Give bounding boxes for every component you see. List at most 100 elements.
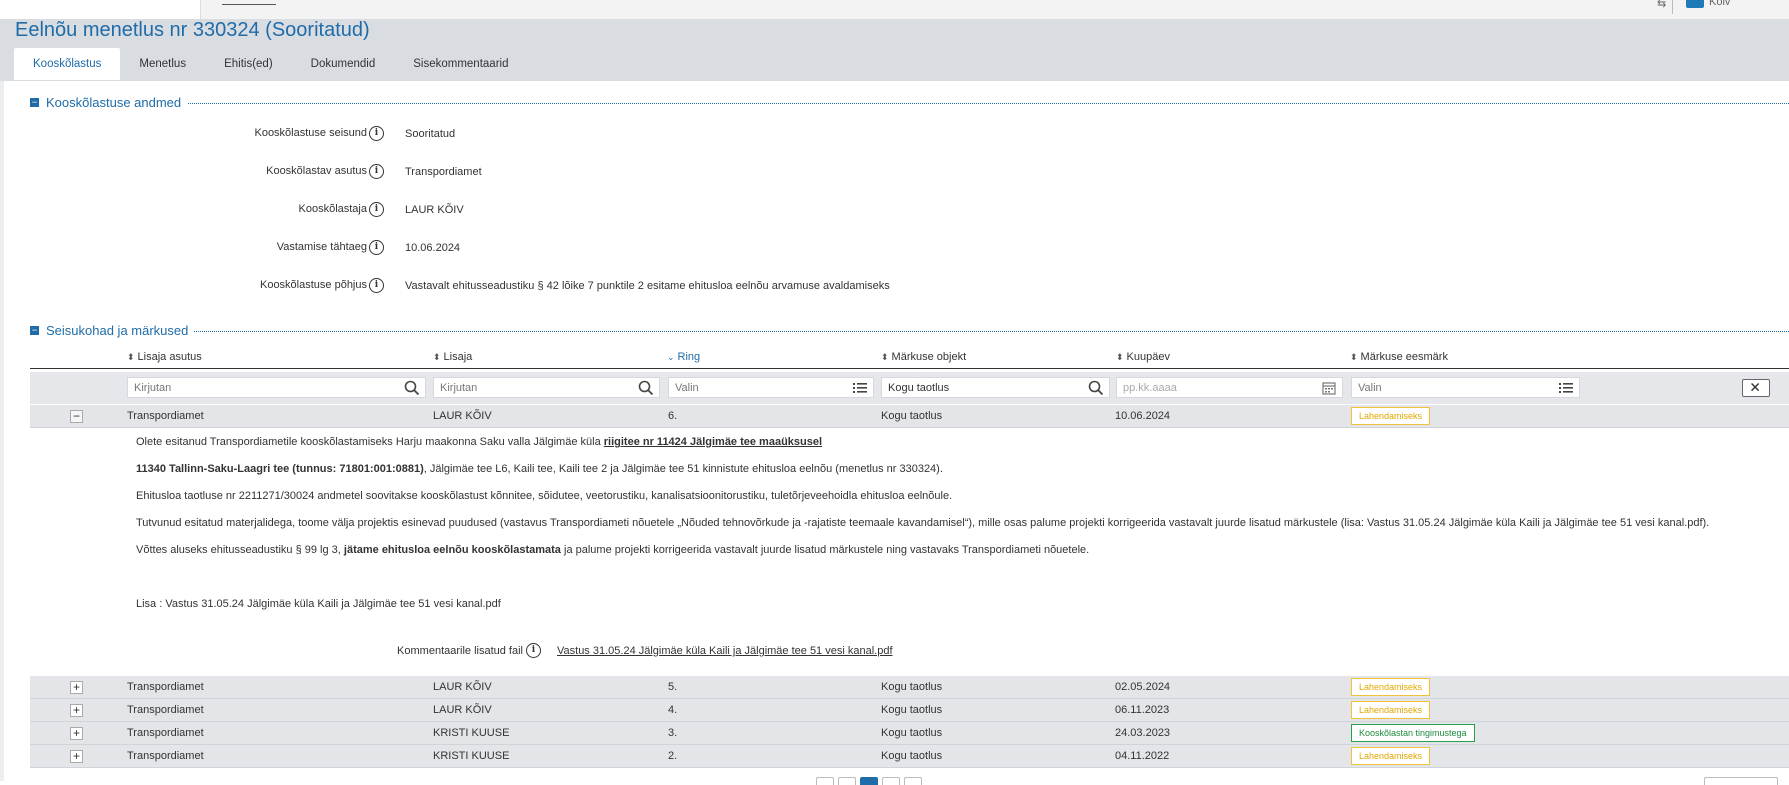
notification-icon[interactable]: ⇆ <box>1657 0 1666 10</box>
section-header-seisukohad[interactable]: − Seisukohad ja märkused <box>30 323 1789 339</box>
cell-objekt: Kogu taotlus <box>881 750 943 762</box>
calendar-icon[interactable] <box>1320 379 1338 397</box>
sort-icon: ⬍ <box>127 352 135 362</box>
cell-asutus: Transpordiamet <box>127 704 204 716</box>
column-header-ring[interactable]: ⌄ Ring <box>667 351 700 363</box>
collapse-icon[interactable]: − <box>30 326 39 335</box>
table-row[interactable]: + Transpordiamet KRISTI KUUSE 2. Kogu ta… <box>30 745 1789 768</box>
placeholder: Valin <box>1358 382 1382 394</box>
cell-ring: 4. <box>668 704 678 716</box>
parcel-link[interactable]: riigitee nr 11424 Jälgimäe tee maaüksuse… <box>604 436 822 448</box>
column-header-kuupaev[interactable]: ⬍ Kuupäev <box>1116 351 1170 363</box>
cell-kuupaev: 10.06.2024 <box>1115 410 1171 422</box>
cell-asutus: Transpordiamet <box>127 410 204 422</box>
section-divider <box>46 103 1789 104</box>
cell-ring: 3. <box>668 727 678 739</box>
field-label: Kooskõlastaja <box>298 203 368 215</box>
filter-markuse-objekt-input[interactable]: Kogu taotlus <box>881 377 1110 398</box>
filter-markuse-eesmark-select[interactable]: Valin <box>1351 377 1580 398</box>
detail-attachment-note: Lisa : Vastus 31.05.24 Jälgimäe küla Kai… <box>136 598 501 610</box>
cell-ring: 6. <box>668 410 678 422</box>
tab-bar: Kooskõlastus Menetlus Ehitis(ed) Dokumen… <box>14 48 527 80</box>
collapse-row-button[interactable]: − <box>70 410 83 423</box>
cell-objekt: Kogu taotlus <box>881 681 943 693</box>
column-header-markuse-eesmark[interactable]: ⬍ Märkuse eesmärk <box>1350 351 1448 363</box>
field-seisund: Kooskõlastuse seisund i Sooritatud <box>0 125 1789 145</box>
filter-lisaja-input[interactable]: Kirjutan <box>433 377 660 398</box>
tab-dokumendid[interactable]: Dokumendid <box>292 48 395 80</box>
pager-first-button[interactable] <box>816 777 834 785</box>
tab-sisekommentaarid[interactable]: Sisekommentaarid <box>394 48 527 80</box>
bold-text: 11340 Tallinn-Saku-Laagri tee (tunnus: 7… <box>136 463 424 475</box>
expand-row-button[interactable]: + <box>70 704 83 717</box>
list-icon[interactable] <box>851 379 869 397</box>
info-icon[interactable]: i <box>369 126 384 141</box>
text: Olete esitanud Transpordiametile kooskõl… <box>136 436 604 448</box>
avatar[interactable] <box>1686 0 1704 8</box>
cell-lisaja: KRISTI KUUSE <box>433 727 510 739</box>
placeholder: Kirjutan <box>134 382 172 394</box>
column-label: Kuupäev <box>1126 351 1170 363</box>
filter-kuupaev-input[interactable]: pp.kk.aaaa <box>1116 377 1343 398</box>
info-icon[interactable]: i <box>369 202 384 217</box>
field-label: Kooskõlastuse seisund <box>254 127 367 139</box>
field-label: Kooskõlastav asutus <box>266 165 367 177</box>
info-icon[interactable]: i <box>526 643 541 658</box>
info-icon[interactable]: i <box>369 164 384 179</box>
column-label: Lisaja <box>443 351 473 363</box>
pager-last-button[interactable] <box>904 777 922 785</box>
filter-ring-select[interactable]: Valin <box>668 377 874 398</box>
column-header-markuse-objekt[interactable]: ⬍ Märkuse objekt <box>881 351 966 363</box>
top-bar: ⇆ Kõiv <box>0 0 1789 20</box>
browser-tab-stub[interactable] <box>0 0 201 19</box>
collapse-icon[interactable]: − <box>30 98 39 107</box>
filter-lisaja-asutus-input[interactable]: Kirjutan <box>127 377 426 398</box>
placeholder: pp.kk.aaaa <box>1123 382 1177 394</box>
clear-filters-button[interactable] <box>1742 379 1770 397</box>
expand-row-button[interactable]: + <box>70 681 83 694</box>
tab-ehitised[interactable]: Ehitis(ed) <box>205 48 292 80</box>
bold-text: jätame ehitusloa eelnõu kooskõlastamata <box>343 544 561 556</box>
expand-row-button[interactable]: + <box>70 750 83 763</box>
list-icon[interactable] <box>1557 379 1575 397</box>
section-title: Seisukohad ja märkused <box>46 323 195 338</box>
search-icon[interactable] <box>403 379 421 397</box>
top-link-stub[interactable] <box>222 0 276 5</box>
cell-objekt: Kogu taotlus <box>881 727 943 739</box>
sort-icon: ⬍ <box>1116 352 1124 362</box>
text: , Jälgimäe tee L6, Kaili tee, Kaili tee … <box>423 463 943 475</box>
tab-kooskolastus[interactable]: Kooskõlastus <box>14 48 121 80</box>
table-row[interactable]: + Transpordiamet LAUR KÕIV 4. Kogu taotl… <box>30 699 1789 722</box>
pager-prev-button[interactable] <box>838 777 856 785</box>
expand-row-button[interactable]: + <box>70 727 83 740</box>
field-value: Vastavalt ehitusseadustiku § 42 lõike 7 … <box>405 280 890 292</box>
status-badge: Lahendamiseks <box>1351 407 1431 425</box>
text: Võttes aluseks ehitusseadustiku § 99 lg … <box>136 544 344 556</box>
left-edge <box>0 81 4 781</box>
page-size-select[interactable] <box>1704 777 1778 785</box>
field-label: Kooskõlastuse põhjus <box>259 279 367 291</box>
table-row[interactable]: + Transpordiamet KRISTI KUUSE 3. Kogu ta… <box>30 722 1789 745</box>
attachment-link[interactable]: Vastus 31.05.24 Jälgimäe küla Kaili ja J… <box>557 645 893 657</box>
status-badge: Lahendamiseks <box>1351 747 1431 765</box>
section-header-kooskolastuse-andmed[interactable]: − Kooskõlastuse andmed <box>30 95 1789 111</box>
top-divider <box>1672 0 1673 14</box>
search-icon[interactable] <box>637 379 655 397</box>
column-header-lisaja-asutus[interactable]: ⬍ Lisaja asutus <box>127 351 202 363</box>
cell-objekt: Kogu taotlus <box>881 410 943 422</box>
field-pohjus: Kooskõlastuse põhjus i Vastavalt ehituss… <box>0 277 1789 297</box>
cell-asutus: Transpordiamet <box>127 727 204 739</box>
table-row[interactable]: + Transpordiamet LAUR KÕIV 5. Kogu taotl… <box>30 676 1789 699</box>
user-name[interactable]: Kõiv <box>1709 0 1730 8</box>
cell-ring: 5. <box>668 681 678 693</box>
tab-menetlus[interactable]: Menetlus <box>120 48 205 80</box>
info-icon[interactable]: i <box>369 278 384 293</box>
field-tahtaeg: Vastamise tähtaeg i 10.06.2024 <box>0 239 1789 259</box>
search-icon[interactable] <box>1087 379 1105 397</box>
info-icon[interactable]: i <box>369 240 384 255</box>
column-header-lisaja[interactable]: ⬍ Lisaja <box>433 351 472 363</box>
pager-next-button[interactable] <box>882 777 900 785</box>
pager-page-current[interactable] <box>860 777 878 785</box>
table-row[interactable]: − Transpordiamet LAUR KÕIV 6. Kogu taotl… <box>30 405 1789 428</box>
detail-paragraph-2: 11340 Tallinn-Saku-Laagri tee (tunnus: 7… <box>136 463 943 475</box>
